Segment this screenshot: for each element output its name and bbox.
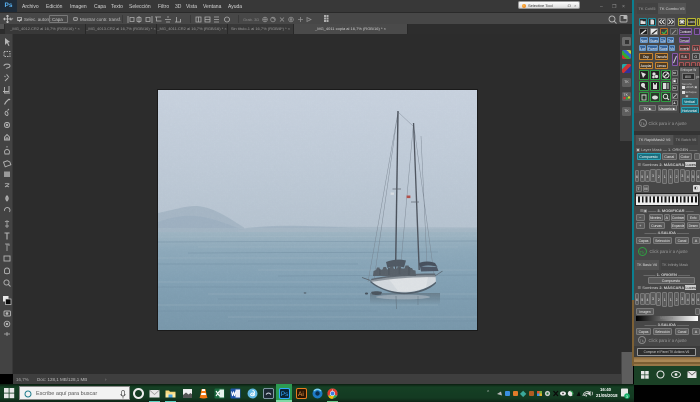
svg-text:TK: TK bbox=[624, 93, 629, 97]
svg-text:Ai: Ai bbox=[298, 391, 304, 398]
svg-text:Ps: Ps bbox=[280, 391, 288, 398]
